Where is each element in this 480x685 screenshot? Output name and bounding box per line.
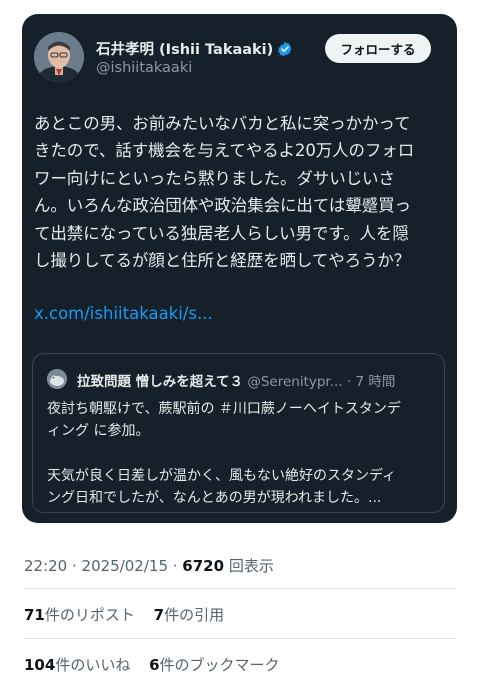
quotes-count: 7	[153, 606, 165, 624]
quotes-label: 件の引用	[164, 606, 225, 624]
follow-button[interactable]: フォローする	[325, 34, 431, 63]
reposts-metric[interactable]: 71件のリポスト	[24, 606, 135, 624]
quotes-metric[interactable]: 7件の引用	[154, 606, 224, 624]
quoted-author-name[interactable]: 拉致問題 憎しみを超えて３	[77, 374, 243, 390]
author-avatar[interactable]	[34, 32, 84, 82]
author-name-row[interactable]: 石井孝明 (Ishii Takaaki)	[96, 38, 293, 61]
quoted-separator: ·	[346, 374, 352, 390]
quoted-text: 夜討ち朝駆けで、蕨駅前の ＃川口蕨ノーヘイトスタンデ ィング に参加。 天気が良…	[47, 401, 401, 507]
engagement-row-1: 71件のリポスト 7件の引用	[24, 604, 238, 625]
tweet-timestamp[interactable]: 22:20 · 2025/02/15 ·	[24, 557, 182, 575]
engagement-row-2: 104件のいいね 6件のブックマーク	[24, 654, 294, 675]
author-name[interactable]: 石井孝明 (Ishii Takaaki)	[96, 42, 273, 58]
quoted-author-avatar[interactable]	[47, 369, 67, 389]
likes-count: 104	[24, 656, 56, 674]
tweet-text: あとこの男、お前みたいなバカと私に突っかかって きたので、話す機会を与えてやるよ…	[34, 114, 415, 271]
tweet-timestamp-row: 22:20 · 2025/02/15 · 6720 回表示	[24, 555, 274, 576]
divider	[24, 638, 456, 639]
quoted-time[interactable]: 7 時間	[356, 374, 396, 390]
views-count: 6720	[182, 557, 225, 575]
quoted-tweet[interactable]: 拉致問題 憎しみを超えて３ @Serenitypr... · 7 時間 夜討ち朝…	[32, 353, 445, 513]
verified-badge-icon	[277, 41, 293, 61]
bookmarks-metric[interactable]: 6件のブックマーク	[149, 656, 279, 674]
author-handle[interactable]: @ishiitakaaki	[96, 60, 192, 76]
quoted-header: 拉致問題 憎しみを超えて３ @Serenitypr... · 7 時間	[77, 370, 395, 390]
reposts-count: 71	[24, 606, 45, 624]
tweet-link[interactable]: x.com/ishiitakaaki/s...	[34, 304, 213, 323]
bookmarks-count: 6	[149, 656, 160, 674]
views-label: 回表示	[224, 557, 274, 575]
bookmarks-label: 件のブックマーク	[159, 656, 280, 674]
divider	[24, 588, 456, 589]
quoted-author-handle[interactable]: @Serenitypr...	[247, 374, 342, 390]
reposts-label: 件のリポスト	[44, 606, 135, 624]
tweet-card: 石井孝明 (Ishii Takaaki) @ishiitakaaki フォローす…	[22, 14, 457, 523]
likes-metric[interactable]: 104件のいいね	[24, 656, 130, 674]
likes-label: 件のいいね	[55, 656, 131, 674]
